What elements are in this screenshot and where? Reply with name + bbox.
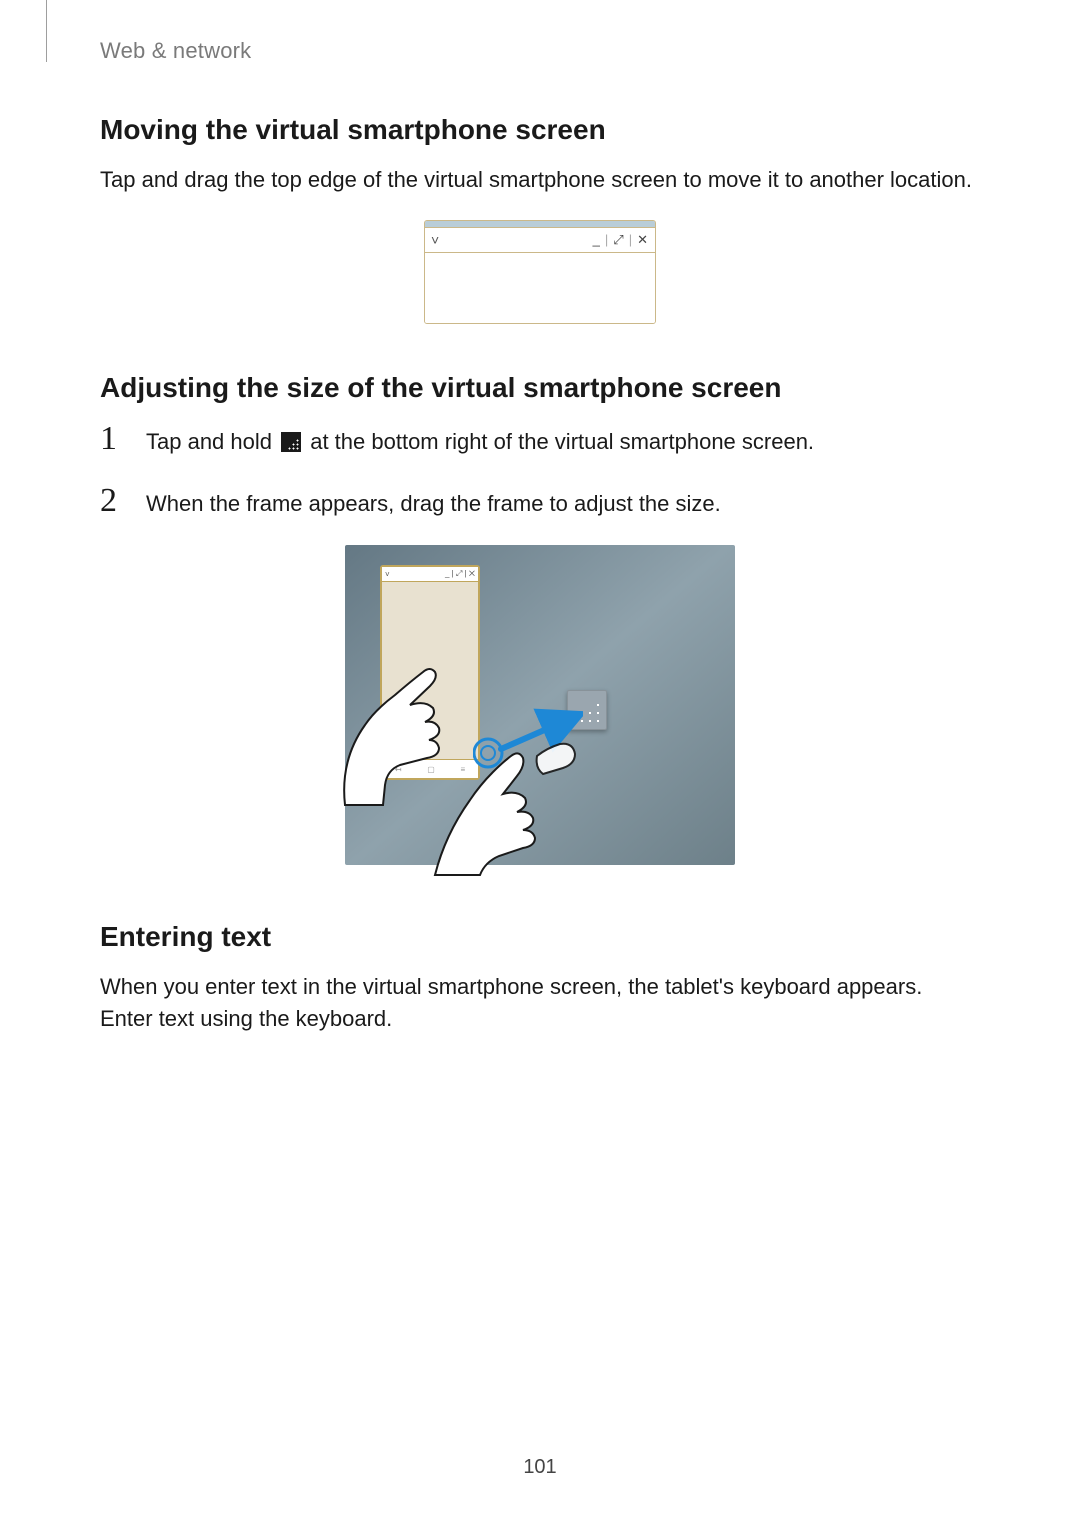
maximize-icon: ⤢ <box>613 232 624 248</box>
figure-2-wrapper: ˅ _ | ⤢ | ✕ ↤ ▢ ≡ <box>345 545 735 865</box>
close-icon: ✕ <box>637 232 649 248</box>
section-3-body: When you enter text in the virtual smart… <box>100 971 980 1035</box>
figure1-drag-edge <box>425 221 655 228</box>
figure1-titlebar: ˅ _ | ⤢ | ✕ <box>425 228 655 253</box>
step-number: 1 <box>100 422 126 456</box>
divider: | <box>627 232 635 247</box>
hand-bottom-icon <box>425 740 595 880</box>
section-2-title: Adjusting the size of the virtual smartp… <box>100 372 980 404</box>
window-controls: _ | ⤢ | ✕ <box>593 232 649 248</box>
step-number: 2 <box>100 484 126 518</box>
step-1: 1 Tap and hold at the bottom right of th… <box>100 422 980 458</box>
figure1-body <box>425 253 655 324</box>
minimize-icon: _ <box>593 232 601 247</box>
figure-1: ˅ _ | ⤢ | ✕ <box>100 220 980 324</box>
step-2-text: When the frame appears, drag the frame t… <box>146 489 721 520</box>
left-margin-rule <box>46 0 47 62</box>
page-number: 101 <box>0 1456 1080 1479</box>
virtual-screen-titlebar-figure: ˅ _ | ⤢ | ✕ <box>424 220 656 324</box>
chevron-down-icon: ˅ <box>431 232 439 248</box>
chevron-down-icon: ˅ <box>385 570 390 579</box>
mini-titlebar: ˅ _ | ⤢ | ✕ <box>382 567 478 582</box>
chapter-title: Web & network <box>100 38 980 64</box>
page-content: Web & network Moving the virtual smartph… <box>0 0 1080 1035</box>
step-1-text: Tap and hold at the bottom right of the … <box>146 427 814 458</box>
step-2: 2 When the frame appears, drag the frame… <box>100 484 980 520</box>
section-3-title: Entering text <box>100 921 980 953</box>
figure-2: ˅ _ | ⤢ | ✕ ↤ ▢ ≡ <box>100 545 980 865</box>
step-1-text-b: at the bottom right of the virtual smart… <box>304 429 814 454</box>
section-1-title: Moving the virtual smartphone screen <box>100 114 980 146</box>
section-1-body: Tap and drag the top edge of the virtual… <box>100 164 980 196</box>
mini-window-controls: _ | ⤢ | ✕ <box>445 569 475 579</box>
divider: | <box>603 232 611 247</box>
resize-handle-icon <box>281 432 301 452</box>
step-1-text-a: Tap and hold <box>146 429 278 454</box>
